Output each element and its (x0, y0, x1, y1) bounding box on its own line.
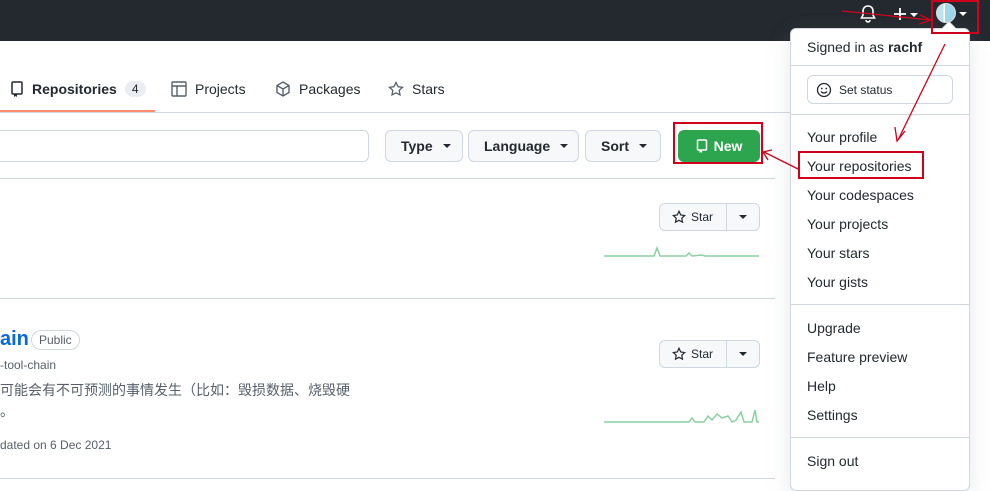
menu-item-sign-out[interactable]: Sign out (807, 453, 858, 469)
annotation-box-new-button (673, 122, 763, 164)
annotation-box-avatar (931, 0, 979, 34)
updated-timestamp: dated on 6 Dec 2021 (0, 438, 112, 452)
tab-label: Stars (412, 81, 445, 97)
chevron-down-icon (442, 144, 451, 148)
signed-in-prefix: Signed in as (807, 39, 885, 55)
find-repository-input[interactable] (0, 130, 369, 162)
set-status-label: Set status (839, 82, 893, 97)
description-line: 可能会有不可预测的事情发生（比如：毁损数据、烧毁硬 (0, 382, 350, 398)
activity-sparkline (604, 409, 759, 423)
sort-filter-button[interactable]: Sort (585, 130, 661, 162)
chevron-down-icon (910, 13, 918, 17)
repo-description: 可能会有不可预测的事情发生（比如：毁损数据、烧毁硬 ‌。 (0, 380, 350, 422)
description-line: ‌。 (0, 403, 14, 419)
star-icon (388, 81, 404, 97)
activity-sparkline (604, 245, 759, 257)
tab-label: Packages (299, 81, 361, 97)
sort-filter-label: Sort (601, 138, 629, 154)
star-label: Star (691, 347, 714, 361)
star-label: Star (691, 210, 714, 224)
table-icon (171, 81, 187, 97)
star-button[interactable]: Star (659, 340, 727, 368)
menu-divider (791, 65, 969, 66)
divider (0, 178, 775, 179)
type-filter-label: Type (401, 138, 433, 154)
plus-icon (894, 8, 906, 20)
menu-item-feature-preview[interactable]: Feature preview (807, 349, 907, 365)
star-icon (672, 347, 686, 361)
bell-icon[interactable] (860, 2, 880, 26)
selected-tab-indicator (0, 110, 155, 112)
repo-name-link[interactable]: ain (0, 328, 29, 351)
chevron-down-icon (739, 215, 747, 219)
menu-divider (791, 437, 969, 438)
username: rachf (887, 39, 923, 55)
tab-stars[interactable]: Stars (388, 78, 445, 100)
tab-label: Repositories (32, 81, 117, 97)
language-filter-button[interactable]: Language (468, 130, 579, 162)
tab-packages[interactable]: Packages (275, 78, 360, 100)
type-filter-button[interactable]: Type (385, 130, 463, 162)
smiley-icon (816, 82, 832, 97)
star-icon (672, 210, 686, 224)
tab-projects[interactable]: Projects (171, 78, 246, 100)
divider (0, 298, 775, 299)
star-button[interactable]: Star (659, 203, 727, 231)
language-filter-label: Language (484, 138, 551, 154)
star-button-group: Star (659, 340, 760, 368)
star-button-group: Star (659, 203, 760, 231)
set-status-button[interactable]: Set status (807, 75, 953, 104)
menu-divider (791, 114, 969, 115)
visibility-badge: Public (31, 330, 80, 350)
profile-tabs: Repositories 4 Projects Packages Stars (0, 63, 790, 113)
repo-count-badge: 4 (124, 81, 146, 97)
package-icon (276, 81, 290, 97)
menu-item-your-profile[interactable]: Your profile (807, 129, 877, 145)
menu-divider (791, 304, 969, 305)
chevron-down-icon (560, 144, 569, 148)
menu-item-your-codespaces[interactable]: Your codespaces (807, 187, 914, 203)
repo-icon (11, 81, 23, 97)
star-list-dropdown[interactable] (727, 340, 760, 368)
tab-label: Projects (195, 81, 246, 97)
annotation-box-your-repositories (798, 151, 924, 179)
menu-item-settings[interactable]: Settings (807, 407, 858, 423)
signed-in-label: Signed in as rachf (807, 39, 922, 55)
menu-item-help[interactable]: Help (807, 378, 836, 394)
menu-item-your-gists[interactable]: Your gists (807, 274, 868, 290)
chevron-down-icon (639, 144, 647, 148)
menu-item-your-projects[interactable]: Your projects (807, 216, 888, 232)
menu-item-your-stars[interactable]: Your stars (807, 245, 870, 261)
menu-item-upgrade[interactable]: Upgrade (807, 320, 861, 336)
divider (0, 478, 775, 479)
tab-repositories[interactable]: Repositories 4 (10, 78, 146, 100)
chevron-down-icon (739, 352, 747, 356)
star-list-dropdown[interactable] (727, 203, 760, 231)
forked-from-text: -tool-chain (0, 358, 57, 372)
create-new-menu[interactable] (893, 2, 925, 26)
